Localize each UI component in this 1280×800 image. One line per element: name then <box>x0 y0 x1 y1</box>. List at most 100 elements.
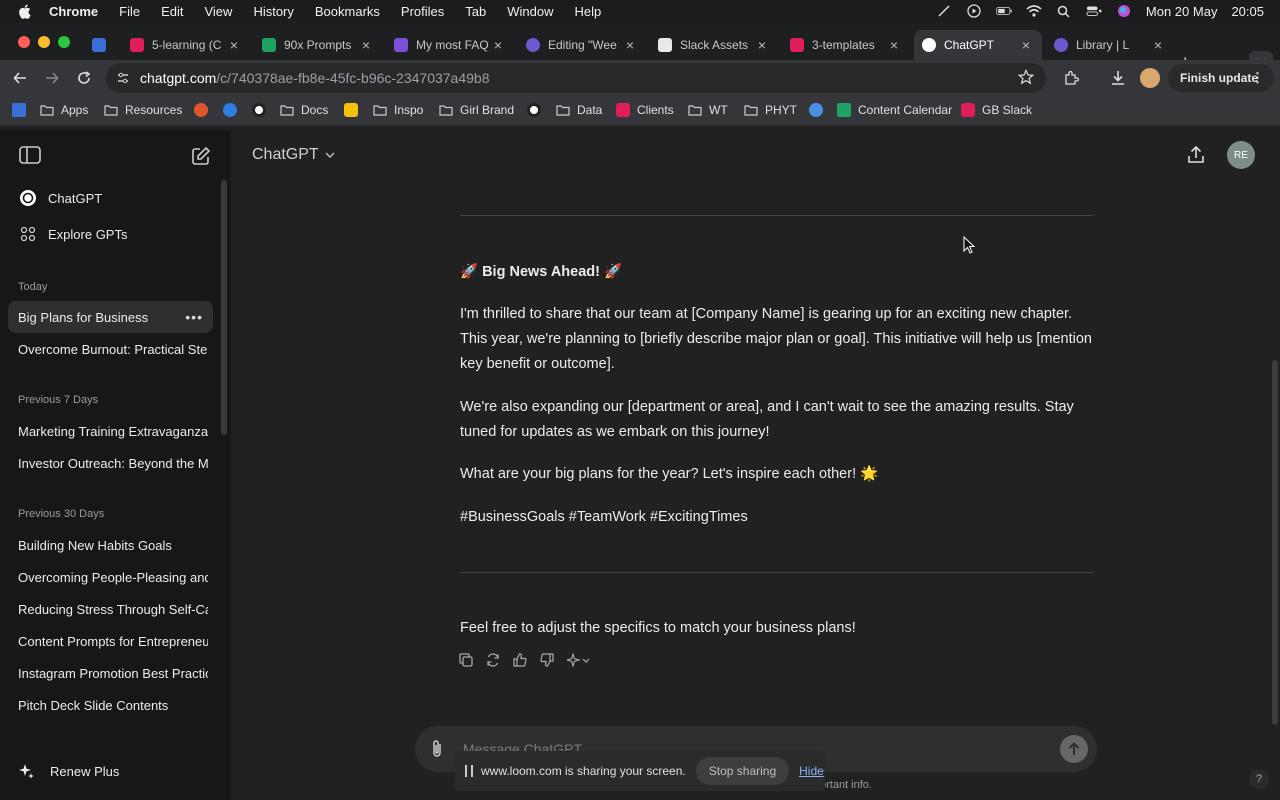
close-tab-icon[interactable]: × <box>1018 37 1034 53</box>
apple-icon[interactable] <box>17 4 31 19</box>
zoom-window-button[interactable] <box>58 36 70 48</box>
bookmark-site-5[interactable] <box>527 103 548 117</box>
share-icon[interactable] <box>1186 145 1206 170</box>
bookmark-girl-brand[interactable]: Girl Brand <box>439 103 514 117</box>
bookmark-site-4[interactable] <box>344 103 365 117</box>
close-window-button[interactable] <box>18 36 30 48</box>
pause-icon[interactable] <box>465 765 473 777</box>
bookmark-site-1[interactable] <box>194 103 215 117</box>
bookmark-apps[interactable]: Apps <box>40 103 88 117</box>
bookmark-inspo[interactable]: Inspo <box>373 103 423 117</box>
extensions-icon[interactable] <box>1061 68 1081 88</box>
close-tab-icon[interactable]: × <box>754 37 770 53</box>
search-icon[interactable] <box>1056 4 1072 18</box>
menu-edit[interactable]: Edit <box>161 4 183 19</box>
forward-arrow-icon[interactable] <box>42 68 62 88</box>
play-circle-icon[interactable] <box>966 4 982 18</box>
battery-icon[interactable] <box>996 4 1012 18</box>
copy-icon[interactable] <box>458 652 474 668</box>
history-item[interactable]: Reducing Stress Through Self-Car <box>18 602 208 617</box>
menu-chrome[interactable]: Chrome <box>49 4 98 19</box>
site-info-icon[interactable] <box>115 70 131 86</box>
tab-5-learning[interactable]: 5-learning (C × <box>122 30 250 60</box>
menubar-date[interactable]: Mon 20 May <box>1146 4 1218 19</box>
stop-sharing-button[interactable]: Stop sharing <box>695 757 790 785</box>
close-tab-icon[interactable]: × <box>1150 37 1166 53</box>
menu-window[interactable]: Window <box>507 4 553 19</box>
history-item[interactable]: Overcoming People-Pleasing and <box>18 570 208 585</box>
menu-bookmarks[interactable]: Bookmarks <box>315 4 380 19</box>
address-bar[interactable]: chatgpt.com/c/740378ae-fb8e-45fc-b96c-23… <box>106 63 1046 93</box>
tab-3-templates[interactable]: 3-templates × <box>782 30 910 60</box>
bookmark-site-6[interactable] <box>809 103 830 117</box>
tab-pinned-docs[interactable] <box>84 30 120 60</box>
reload-icon[interactable] <box>74 68 94 88</box>
thumbs-down-icon[interactable] <box>539 652 555 668</box>
close-tab-icon[interactable]: × <box>226 37 242 53</box>
bookmark-site-2[interactable] <box>223 103 244 117</box>
bookmark-content-calendar[interactable]: Content Calendar <box>837 103 952 117</box>
bookmark-calendar[interactable] <box>12 103 33 117</box>
new-chat-icon[interactable] <box>191 146 215 166</box>
pen-slash-icon[interactable] <box>936 4 952 18</box>
back-arrow-icon[interactable] <box>10 68 30 88</box>
menu-history[interactable]: History <box>253 4 293 19</box>
bookmark-gb-slack[interactable]: GB Slack <box>961 103 1032 117</box>
menu-help[interactable]: Help <box>575 4 602 19</box>
model-selector[interactable]: ChatGPT <box>252 146 335 164</box>
history-item[interactable]: Pitch Deck Slide Contents <box>18 698 208 713</box>
hide-link[interactable]: Hide <box>799 764 824 778</box>
history-item[interactable]: Content Prompts for Entrepreneu <box>18 634 208 649</box>
user-avatar[interactable]: RE <box>1227 141 1255 169</box>
tab-my-most-faq[interactable]: My most FAQ × <box>386 30 514 60</box>
close-tab-icon[interactable]: × <box>622 37 638 53</box>
tab-90x-prompts[interactable]: 90x Prompts × <box>254 30 382 60</box>
control-center-icon[interactable] <box>1086 4 1102 18</box>
menu-file[interactable]: File <box>119 4 140 19</box>
history-item[interactable]: Marketing Training Extravaganza <box>18 424 208 439</box>
more-options-icon[interactable]: ••• <box>185 309 203 325</box>
kebab-menu-icon[interactable]: ⋮ <box>1251 70 1264 86</box>
wifi-icon[interactable] <box>1026 4 1042 18</box>
siri-icon[interactable] <box>1116 4 1132 18</box>
menu-profiles[interactable]: Profiles <box>401 4 444 19</box>
renew-plus-button[interactable]: Renew Plus <box>18 763 119 779</box>
send-button[interactable] <box>1060 735 1088 763</box>
bookmark-resources[interactable]: Resources <box>104 103 182 117</box>
sidebar-item-explore-gpts[interactable]: Explore GPTs <box>8 218 213 250</box>
help-button[interactable]: ? <box>1249 769 1269 789</box>
history-item[interactable]: Overcome Burnout: Practical Step <box>18 342 208 357</box>
history-item[interactable]: Investor Outreach: Beyond the Ma <box>18 456 208 471</box>
history-item-active[interactable]: Big Plans for Business ••• <box>8 301 213 333</box>
tab-chatgpt[interactable]: ChatGPT × <box>914 30 1042 60</box>
attach-paperclip-icon[interactable] <box>429 739 445 764</box>
thumbs-up-icon[interactable] <box>512 652 528 668</box>
sidebar-scrollbar[interactable] <box>221 180 227 435</box>
bookmark-site-3[interactable] <box>252 103 273 117</box>
bookmark-docs[interactable]: Docs <box>280 103 328 117</box>
model-switch-sparkle-icon[interactable] <box>566 652 592 668</box>
finish-update-button[interactable]: Finish update ⋮ <box>1168 64 1274 92</box>
history-item[interactable]: Building New Habits Goals <box>18 538 208 553</box>
download-icon[interactable] <box>1108 68 1128 88</box>
main-scrollbar[interactable] <box>1272 360 1278 725</box>
close-tab-icon[interactable]: × <box>490 37 506 53</box>
bookmark-data[interactable]: Data <box>556 103 602 117</box>
history-item[interactable]: Instagram Promotion Best Practic <box>18 666 208 681</box>
close-tab-icon[interactable]: × <box>886 37 902 53</box>
minimize-window-button[interactable] <box>38 36 50 48</box>
menu-view[interactable]: View <box>204 4 232 19</box>
bookmark-phyt[interactable]: PHYT <box>744 103 797 117</box>
tab-slack-assets[interactable]: Slack Assets × <box>650 30 778 60</box>
menu-tab[interactable]: Tab <box>465 4 486 19</box>
bookmark-wt[interactable]: WT <box>688 103 728 117</box>
sidebar-item-chatgpt[interactable]: ChatGPT <box>8 182 213 214</box>
tab-library[interactable]: Library | L × <box>1046 30 1174 60</box>
close-tab-icon[interactable]: × <box>358 37 374 53</box>
sidebar-toggle-icon[interactable] <box>19 146 43 166</box>
profile-avatar[interactable] <box>1140 68 1160 88</box>
tab-editing[interactable]: Editing "Wee × <box>518 30 646 60</box>
menubar-time[interactable]: 20:05 <box>1231 4 1264 19</box>
bookmark-clients[interactable]: Clients <box>616 103 674 117</box>
regenerate-icon[interactable] <box>485 652 501 668</box>
